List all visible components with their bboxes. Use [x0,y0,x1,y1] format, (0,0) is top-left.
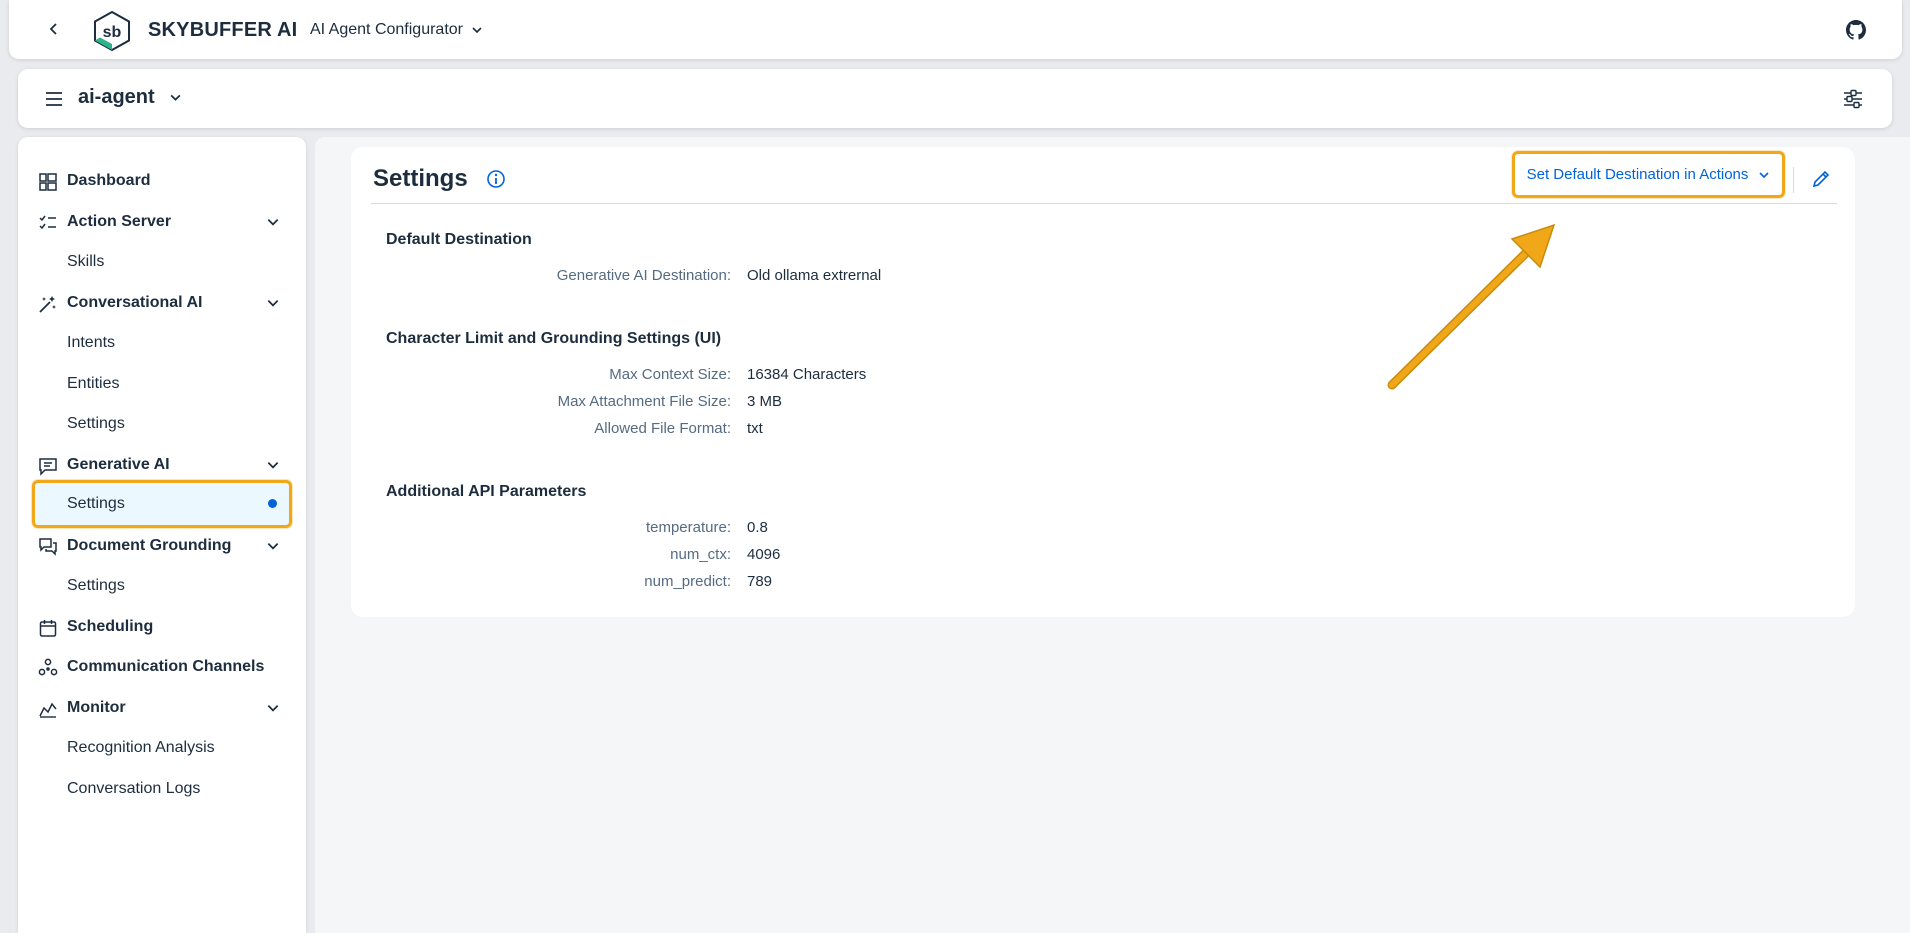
back-button[interactable] [41,16,67,42]
field-value: 3 MB [747,393,783,410]
sidebar-item-communication-channels[interactable]: Communication Channels [18,650,306,684]
sidebar-item-label: Settings [67,415,125,432]
sidebar-item-skills[interactable]: Skills [18,245,306,279]
field-label: num_predict: [644,573,731,590]
set-default-destination-label: Set Default Destination in Actions [1526,166,1749,183]
sidebar-item-conversational-settings[interactable]: Settings [18,407,306,441]
brand-name: SKYBUFFER AI [148,19,298,41]
product-switcher[interactable]: AI Agent Configurator [310,21,483,39]
sidebar-item-action-server[interactable]: Action Server [18,205,306,239]
sidebar-item-dashboard[interactable]: Dashboard [18,164,306,198]
field-value: Old ollama extrernal [747,267,882,284]
field-label: Allowed File Format: [594,420,731,437]
product-name: AI Agent Configurator [310,21,463,38]
header-divider [371,203,1837,204]
settings-sliders-icon[interactable] [1842,88,1864,110]
sidebar-item-recognition-analysis[interactable]: Recognition Analysis [18,731,306,765]
chevron-down-icon [472,27,482,34]
sidebar-item-label: Entities [67,375,120,392]
field-label: temperature: [645,519,731,536]
field-label: Generative AI Destination: [556,267,731,284]
chevron-down-icon [170,94,181,101]
workspace-name: ai-agent [78,86,155,108]
page-title-group: Settings [373,165,506,193]
section-title-character-limit: Character Limit and Grounding Settings (… [386,330,722,347]
sidebar-item-label: Monitor [67,699,126,716]
sidebar-item-generative-settings[interactable]: Settings [32,480,292,528]
magic-wand-icon [38,294,58,314]
sidebar-item-label: Skills [67,253,105,270]
sidebar-item-label: Conversational AI [67,294,203,311]
sidebar-item-label: Settings [67,495,125,512]
chevron-down-icon[interactable] [266,296,280,310]
sidebar-item-conversation-logs[interactable]: Conversation Logs [18,772,306,806]
chevron-down-icon[interactable] [266,539,280,553]
edit-button[interactable] [1808,166,1834,192]
line-chart-icon [38,699,58,719]
sidebar-item-generative-ai[interactable]: Generative AI [18,448,306,482]
chevron-down-icon[interactable] [266,215,280,229]
sidebar-item-conversational-ai[interactable]: Conversational AI [18,286,306,320]
github-icon[interactable] [1846,20,1866,40]
section-title-additional-api-parameters: Additional API Parameters [386,483,587,500]
message-icon [38,456,58,476]
section-title-default-destination: Default Destination [386,231,532,248]
sidebar-item-label: Dashboard [67,172,151,189]
info-icon[interactable] [486,169,506,189]
sidebar-item-intents[interactable]: Intents [18,326,306,360]
sidebar-item-label: Generative AI [67,456,170,473]
sidebar-item-entities[interactable]: Entities [18,367,306,401]
sidebar-item-label: Scheduling [67,618,154,635]
dashboard-icon [38,172,58,192]
connections-icon [38,658,58,678]
side-navigation: Dashboard Action Server Skills Conversat… [18,137,306,933]
set-default-destination-button[interactable]: Set Default Destination in Actions [1512,151,1785,198]
sidebar-item-label: Conversation Logs [67,780,201,797]
field-value: 0.8 [747,519,768,536]
svg-text:sb: sb [103,24,122,41]
chevron-down-icon[interactable] [266,701,280,715]
shell-bar: sb SKYBUFFER AI AI Agent Configurator [9,0,1902,59]
sidebar-item-label: Intents [67,334,116,351]
chevron-down-icon[interactable] [266,458,280,472]
page-title: Settings [373,165,468,192]
sidebar-item-label: Communication Channels [67,658,265,675]
field-label: num_ctx: [670,546,731,563]
selected-indicator [268,499,277,508]
sidebar-item-monitor[interactable]: Monitor [18,691,306,725]
checklist-icon [38,213,58,233]
calendar-icon [38,618,58,638]
field-value: 16384 Characters [747,366,867,383]
skybuffer-logo[interactable]: sb [91,10,133,52]
field-label: Max Context Size: [609,366,731,383]
sidebar-item-label: Document Grounding [67,537,232,554]
workspace-switcher[interactable]: ai-agent [78,86,182,109]
chevron-down-icon [1759,171,1769,178]
field-label: Max Attachment File Size: [557,393,731,410]
sidebar-item-grounding-settings[interactable]: Settings [18,569,306,603]
chevron-left-icon [49,23,57,35]
sidebar-item-scheduling[interactable]: Scheduling [18,610,306,644]
divider [1793,167,1794,193]
menu-icon[interactable] [43,88,65,110]
sidebar-item-label: Action Server [67,213,172,230]
chat-bubbles-icon [38,537,58,557]
sidebar-item-document-grounding[interactable]: Document Grounding [18,529,306,563]
logo-icon: sb [94,10,130,52]
settings-card: Settings Set Default Destination in Acti… [351,147,1855,617]
workspace-bar: ai-agent [18,69,1892,128]
field-value: 4096 [747,546,781,563]
field-value: txt [747,420,763,437]
pencil-icon [1812,170,1830,188]
field-value: 789 [747,573,773,590]
sidebar-item-label: Recognition Analysis [67,739,215,756]
sidebar-item-label: Settings [67,577,125,594]
